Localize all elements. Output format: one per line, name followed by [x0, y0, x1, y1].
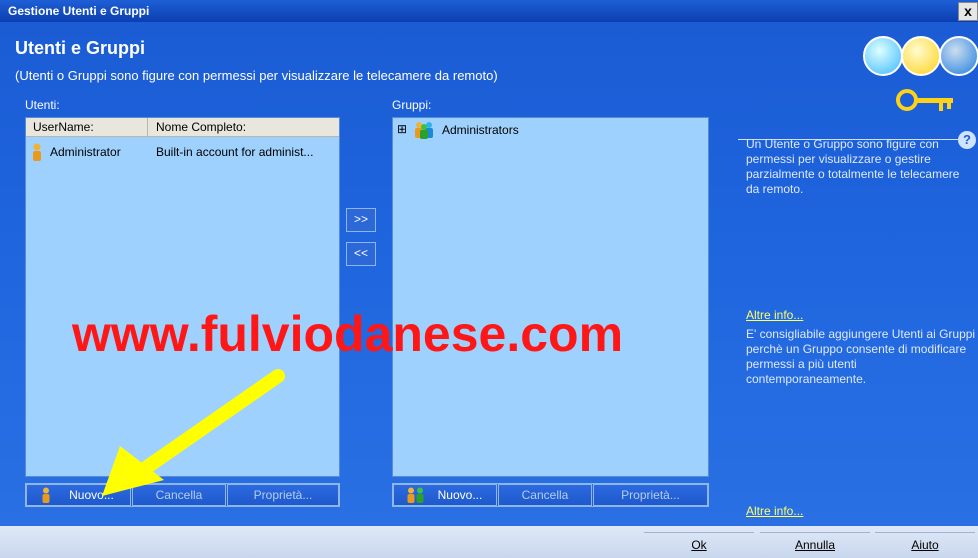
- add-to-group-button[interactable]: >>: [346, 208, 376, 232]
- watermark-text: www.fulviodanese.com: [72, 306, 624, 362]
- user-icon: [42, 487, 50, 503]
- tree-item-label: Administrators: [442, 123, 519, 137]
- groups-button-bar: Nuovo... Cancella Proprietà...: [392, 483, 709, 507]
- title-bar: Gestione Utenti e Gruppi x: [0, 0, 978, 22]
- main-area: Utenti e Gruppi (Utenti o Gruppi sono fi…: [0, 22, 978, 526]
- close-button[interactable]: x: [958, 2, 978, 21]
- ok-button[interactable]: Ok: [644, 532, 754, 557]
- groups-label: Gruppi:: [392, 98, 432, 112]
- page-subtitle: (Utenti o Gruppi sono figure con permess…: [15, 68, 498, 83]
- groups-new-button[interactable]: Nuovo...: [393, 484, 497, 506]
- groups-properties-button[interactable]: Proprietà...: [593, 484, 708, 506]
- tree-item[interactable]: ⊞ Administrators: [393, 121, 708, 139]
- remove-from-group-button[interactable]: <<: [346, 242, 376, 266]
- cancel-button[interactable]: Annulla: [760, 532, 870, 557]
- tree-expand-icon[interactable]: ⊞: [397, 122, 407, 136]
- user-icon: [33, 143, 41, 161]
- group-icon: [415, 122, 433, 139]
- help-button[interactable]: Aiuto: [875, 532, 975, 557]
- help-link-1[interactable]: Altre info...: [746, 308, 803, 322]
- groups-tree[interactable]: ⊞ Administrators: [392, 117, 709, 477]
- row-fullname: Built-in account for administ...: [156, 145, 314, 159]
- help-text-1: Un Utente o Gruppo sono figure con perme…: [746, 137, 960, 196]
- groups-delete-button[interactable]: Cancella: [498, 484, 592, 506]
- group-icon: [407, 487, 424, 503]
- smiley-faces-icon: [863, 36, 978, 78]
- users-column-header: UserName: Nome Completo:: [26, 118, 339, 137]
- column-username[interactable]: UserName:: [33, 120, 94, 134]
- column-fullname[interactable]: Nome Completo:: [156, 120, 246, 134]
- table-row[interactable]: Administrator Built-in account for admin…: [26, 143, 339, 161]
- users-label: Utenti:: [25, 98, 60, 112]
- row-username: Administrator: [50, 145, 121, 159]
- key-icon: [896, 89, 953, 111]
- help-text-2: E' consigliabile aggiungere Utenti ai Gr…: [746, 327, 976, 386]
- footer-bar: Ok Annulla Aiuto: [0, 526, 978, 558]
- page-title: Utenti e Gruppi: [15, 38, 145, 58]
- help-link-2[interactable]: Altre info...: [746, 504, 803, 518]
- window-title: Gestione Utenti e Gruppi: [8, 4, 150, 18]
- arrow-annotation-icon: [102, 369, 285, 496]
